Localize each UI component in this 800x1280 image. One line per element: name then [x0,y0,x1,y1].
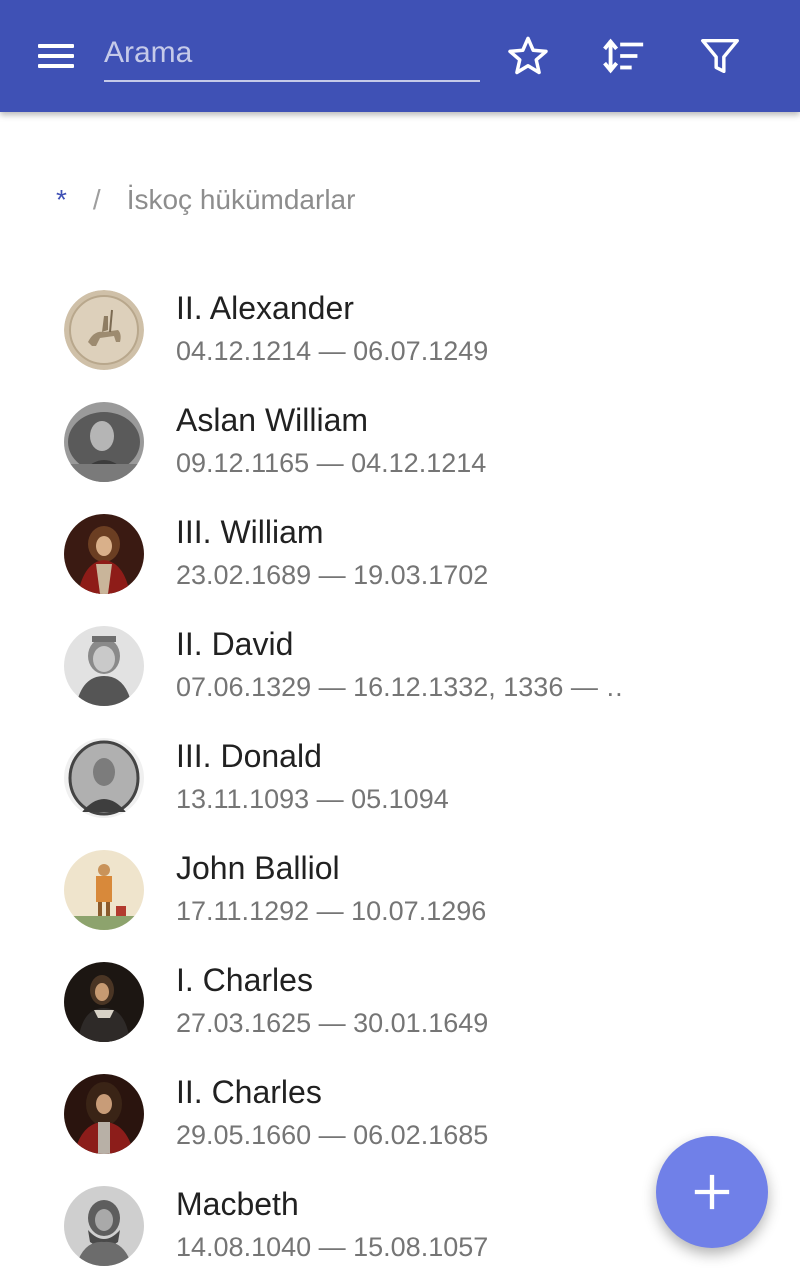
breadcrumb-separator: / [92,184,101,215]
item-subtitle: 07.06.1329 — 16.12.1332, 1336 — … [176,672,626,702]
item-subtitle: 14.08.1040 — 15.08.1057 [176,1232,489,1262]
monarch-list: II. Alexander 04.12.1214 — 06.07.1249 As… [0,270,800,1278]
item-subtitle: 04.12.1214 — 06.07.1249 [176,336,489,366]
sort-icon [603,38,644,74]
breadcrumb: * / İskoç hükümdarlar [56,180,355,220]
list-item[interactable]: John Balliol 17.11.1292 — 10.07.1296 [0,830,800,942]
list-item[interactable]: Aslan William 09.12.1165 — 04.12.1214 [0,382,800,494]
item-title: II. Charles [176,1074,322,1110]
item-subtitle: 29.05.1660 — 06.02.1685 [176,1120,489,1150]
add-fab-button[interactable] [656,1136,768,1248]
portrait-avatar [64,1186,144,1266]
item-title: John Balliol [176,850,340,886]
item-title: II. Alexander [176,290,354,326]
item-title: Aslan William [176,402,369,438]
item-subtitle: 13.11.1093 — 05.1094 [176,784,449,814]
item-title: I. Charles [176,962,313,998]
item-title: III. Donald [176,738,322,774]
filter-icon [701,38,739,74]
portrait-avatar [64,626,144,706]
item-title: II. David [176,626,294,662]
portrait-avatar [64,962,144,1042]
list-item[interactable]: I. Charles 27.03.1625 — 30.01.1649 [0,942,800,1054]
item-subtitle: 09.12.1165 — 04.12.1214 [176,448,487,478]
list-item[interactable]: II. David 07.06.1329 — 16.12.1332, 1336 … [0,606,800,718]
hamburger-menu-icon [38,44,74,48]
item-title: Macbeth [176,1186,299,1222]
search-input[interactable] [104,26,480,80]
favorites-button[interactable] [500,28,556,84]
portrait-avatar [64,514,144,594]
search-field [104,26,480,82]
portrait-avatar [64,1074,144,1154]
item-subtitle: 17.11.1292 — 10.07.1296 [176,896,487,926]
item-subtitle: 23.02.1689 — 19.03.1702 [176,560,489,590]
breadcrumb-root-link[interactable]: * [56,184,67,216]
item-title: III. William [176,514,324,550]
menu-button[interactable] [26,32,86,80]
star-outline-icon [508,36,548,75]
list-item[interactable]: II. Alexander 04.12.1214 — 06.07.1249 [0,270,800,382]
plus-icon [694,1174,730,1210]
list-item[interactable]: III. Donald 13.11.1093 — 05.1094 [0,718,800,830]
filter-button[interactable] [692,28,748,84]
breadcrumb-current: İskoç hükümdarlar [126,184,356,215]
seal-rider-avatar [64,290,144,370]
portrait-avatar [64,402,144,482]
illustration-avatar [64,850,144,930]
sort-button[interactable] [596,28,652,84]
list-item[interactable]: III. William 23.02.1689 — 19.03.1702 [0,494,800,606]
portrait-avatar [64,738,144,818]
item-subtitle: 27.03.1625 — 30.01.1649 [176,1008,489,1038]
app-bar [0,0,800,112]
